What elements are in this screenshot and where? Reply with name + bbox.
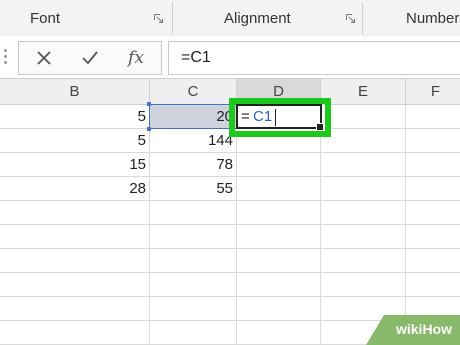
cell-f3[interactable] [406, 153, 460, 177]
formula-input[interactable]: =C1 [168, 41, 460, 75]
formula-bar: fx =C1 [0, 36, 460, 79]
cell-f8[interactable] [406, 273, 460, 297]
cell-d9[interactable] [237, 297, 321, 321]
spreadsheet-grid: B C D E F 5 20 5 144 15 78 28 55 = C1 [0, 79, 460, 345]
column-header-f[interactable]: F [406, 79, 460, 105]
reference-handle [147, 102, 151, 106]
cell-b3[interactable]: 15 [0, 153, 150, 177]
cell-e4[interactable] [321, 177, 406, 201]
cell-b7[interactable] [0, 249, 150, 273]
cell-e3[interactable] [321, 153, 406, 177]
cell-f4[interactable] [406, 177, 460, 201]
cancel-button[interactable] [29, 45, 59, 71]
cell-d8[interactable] [237, 273, 321, 297]
cell-c9[interactable] [150, 297, 237, 321]
watermark-text: wikiHow [395, 321, 452, 337]
cell-e6[interactable] [321, 225, 406, 249]
insert-function-button[interactable]: fx [121, 45, 151, 71]
cell-f7[interactable] [406, 249, 460, 273]
alignment-group-label: Alignment [224, 10, 291, 27]
enter-button[interactable] [75, 45, 105, 71]
cell-b8[interactable] [0, 273, 150, 297]
cell-d7[interactable] [237, 249, 321, 273]
formula-bar-grip-icon[interactable] [4, 49, 8, 65]
ribbon-divider [362, 2, 363, 34]
insert-function-icon: fx [128, 48, 144, 68]
formula-bar-buttons: fx [18, 41, 162, 75]
reference-handle [147, 127, 151, 131]
cell-c4[interactable]: 55 [150, 177, 237, 201]
cell-e1[interactable] [321, 105, 406, 129]
checkmark-icon [82, 51, 98, 65]
cell-c8[interactable] [150, 273, 237, 297]
cell-b10[interactable] [0, 321, 150, 345]
cell-f5[interactable] [406, 201, 460, 225]
ribbon-divider [172, 2, 173, 34]
cell-c5[interactable] [150, 201, 237, 225]
column-header-b[interactable]: B [0, 79, 150, 105]
cell-d3[interactable] [237, 153, 321, 177]
cell-f2[interactable] [406, 129, 460, 153]
cell-c6[interactable] [150, 225, 237, 249]
cell-b5[interactable] [0, 201, 150, 225]
number-group-label: Number [406, 10, 460, 27]
cell-d6[interactable] [237, 225, 321, 249]
cell-c3[interactable]: 78 [150, 153, 237, 177]
cell-c10[interactable] [150, 321, 237, 345]
cell-e5[interactable] [321, 201, 406, 225]
number-group: Number [364, 0, 460, 36]
font-group: Font [0, 0, 170, 36]
cell-b1[interactable]: 5 [0, 105, 150, 129]
cell-e8[interactable] [321, 273, 406, 297]
alignment-dialog-launcher-icon[interactable] [346, 14, 355, 23]
cell-b9[interactable] [0, 297, 150, 321]
cell-f6[interactable] [406, 225, 460, 249]
cell-b2[interactable]: 5 [0, 129, 150, 153]
cell-b4[interactable]: 28 [0, 177, 150, 201]
alignment-group: Alignment [174, 0, 360, 36]
font-group-label: Font [30, 10, 61, 27]
font-dialog-launcher-icon[interactable] [154, 14, 163, 23]
cell-c7[interactable] [150, 249, 237, 273]
cell-b6[interactable] [0, 225, 150, 249]
formula-input-text: =C1 [181, 49, 211, 66]
reference-outline-c1 [149, 104, 237, 129]
ribbon-groups: Font Alignment Number [0, 0, 460, 37]
highlight-frame [229, 98, 331, 137]
cell-f1[interactable] [406, 105, 460, 129]
cell-e7[interactable] [321, 249, 406, 273]
cell-d10[interactable] [237, 321, 321, 345]
cell-c2[interactable]: 144 [150, 129, 237, 153]
cell-d4[interactable] [237, 177, 321, 201]
close-icon [37, 51, 51, 65]
column-header-c[interactable]: C [150, 79, 237, 105]
cell-e2[interactable] [321, 129, 406, 153]
cell-d5[interactable] [237, 201, 321, 225]
column-header-e[interactable]: E [321, 79, 406, 105]
